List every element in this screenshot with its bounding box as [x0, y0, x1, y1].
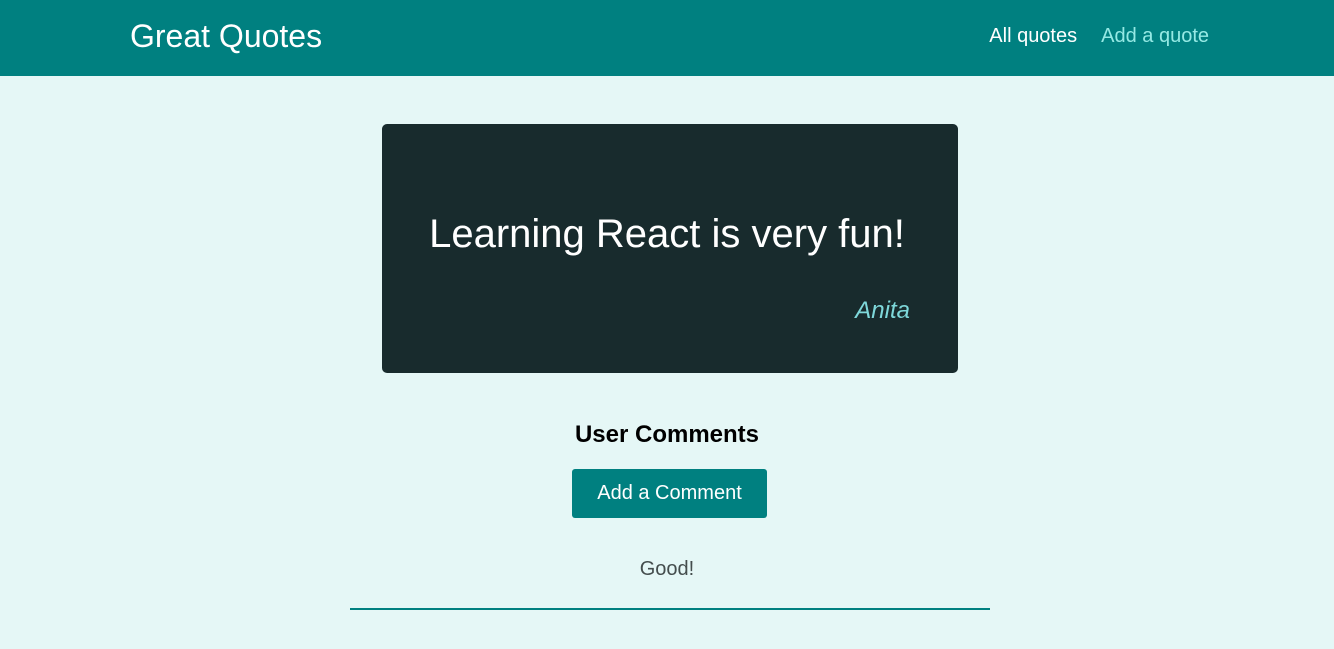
- main-nav: All quotes Add a quote: [989, 24, 1209, 48]
- top-header: Great Quotes All quotes Add a quote: [0, 0, 1334, 76]
- comment-divider: [350, 608, 990, 610]
- nav-all-quotes-link[interactable]: All quotes: [989, 24, 1077, 48]
- add-comment-button[interactable]: Add a Comment: [572, 469, 767, 518]
- comments-heading: User Comments: [574, 421, 760, 448]
- comment-item: Good!: [639, 558, 695, 580]
- site-logo[interactable]: Great Quotes: [130, 17, 322, 55]
- quote-author: Anita: [855, 297, 910, 324]
- nav-add-quote-link[interactable]: Add a quote: [1101, 24, 1209, 48]
- quote-text: Learning React is very fun!: [429, 212, 905, 256]
